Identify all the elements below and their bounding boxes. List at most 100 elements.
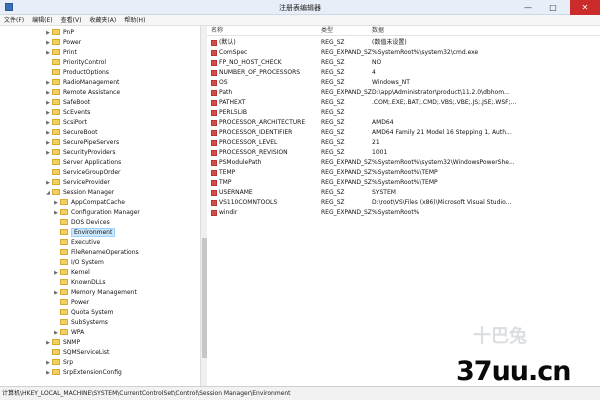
expander-arrow-icon[interactable]: ▶ [52,198,60,208]
folder-icon [52,88,60,95]
value-row[interactable]: (默认) REG_SZ (数值未设置) [207,38,600,48]
expander-arrow-icon[interactable]: ▶ [44,98,52,108]
tree-item[interactable]: ▶ Power [44,38,81,48]
value-row[interactable]: PROCESSOR_LEVEL REG_SZ 21 [207,138,600,148]
title-bar: 注册表编辑器 — □ ✕ [0,0,600,15]
value-row[interactable]: NUMBER_OF_PROCESSORS REG_SZ 4 [207,68,600,78]
tree-item[interactable]: ▶ SrpExtensionConfig [44,368,122,378]
tree-item[interactable]: PriorityControl [44,58,106,68]
tree-item[interactable]: ▶ Kernel [52,268,90,278]
tree-item[interactable]: ▶ SafeBoot [44,98,90,108]
expander-arrow-icon[interactable]: ▶ [44,358,52,368]
expander-arrow-icon[interactable]: ▶ [44,148,52,158]
expander-arrow-icon[interactable]: ▶ [52,208,60,218]
tree-item[interactable]: Environment [52,228,116,238]
tree-item[interactable]: I/O System [52,258,104,268]
tree-item[interactable]: Power [52,298,89,308]
expander-arrow-icon[interactable]: ◢ [44,188,52,198]
value-row[interactable]: PATHEXT REG_SZ .COM;.EXE;.BAT;.CMD;.VBS;.V… [207,98,600,108]
tree-item[interactable]: ▶ SecurePipeServers [44,138,119,148]
expander-arrow-icon[interactable]: ▶ [44,368,52,378]
tree-item[interactable]: ServiceGroupOrder [44,168,121,178]
value-row[interactable]: OS REG_SZ Windows_NT [207,78,600,88]
tree-item[interactable]: ▶ WPA [52,328,84,338]
expander-arrow-icon[interactable]: ▶ [44,78,52,88]
value-row[interactable]: USERNAME REG_SZ SYSTEM [207,188,600,198]
tree-item[interactable]: ▶ AppCompatCache [52,198,125,208]
value-row[interactable]: Path REG_EXPAND_SZ D:\app\Administrator\pr… [207,88,600,98]
tree-item[interactable]: ▶ SecureBoot [44,128,97,138]
menu-file[interactable]: 文件(F) [0,15,28,26]
value-data: 4 [372,69,376,76]
tree-item-label: SecureBoot [63,129,98,136]
value-row[interactable]: ComSpec REG_EXPAND_SZ %SystemRoot%\system3… [207,48,600,58]
values-header: 名称 类型 数据 [207,26,600,36]
tree-item[interactable]: ▶ SecurityProviders [44,148,115,158]
value-type: REG_EXPAND_SZ [321,159,372,166]
tree-item[interactable]: ▶ SNMP [44,338,80,348]
tree-item[interactable]: ▶ Remote Assistance [44,88,120,98]
value-row[interactable]: TEMP REG_EXPAND_SZ %SystemRoot%\TEMP [207,168,600,178]
value-type: REG_SZ [321,139,345,146]
string-value-icon [211,100,217,106]
tree-item[interactable]: ▶ RadioManagement [44,78,119,88]
tree-item[interactable]: ▶ Srp [44,358,73,368]
column-name-header[interactable]: 名称 [211,26,223,36]
menu-view[interactable]: 查看(V) [57,15,86,26]
menu-favorites[interactable]: 收藏夹(A) [85,15,120,26]
value-row[interactable]: TMP REG_EXPAND_SZ %SystemRoot%\TEMP [207,178,600,188]
tree-item[interactable]: KnownDLLs [52,278,106,288]
tree-item[interactable]: DOS Devices [52,218,110,228]
value-row[interactable]: PERL5LIB REG_SZ [207,108,600,118]
expander-arrow-icon[interactable]: ▶ [44,138,52,148]
expander-arrow-icon[interactable]: ▶ [52,288,60,298]
value-name: PROCESSOR_REVISION [219,149,288,156]
expander-arrow-icon[interactable]: ▶ [44,128,52,138]
expander-arrow-icon[interactable]: ▶ [44,178,52,188]
folder-icon [52,58,60,65]
menu-edit[interactable]: 编辑(E) [28,15,56,26]
expander-arrow-icon[interactable]: ▶ [44,88,52,98]
tree-item[interactable]: SQMServiceList [44,348,109,358]
tree-item-label: Server Applications [63,159,122,166]
close-button[interactable]: ✕ [570,0,600,15]
value-row[interactable]: PROCESSOR_REVISION REG_SZ 1001 [207,148,600,158]
value-row[interactable]: PSModulePath REG_EXPAND_SZ %SystemRoot%\sy… [207,158,600,168]
expander-arrow-icon[interactable]: ▶ [44,28,52,38]
value-row[interactable]: PROCESSOR_IDENTIFIER REG_SZ AMD64 Family 2… [207,128,600,138]
expander-arrow-icon[interactable]: ▶ [44,118,52,128]
menu-help[interactable]: 帮助(H) [120,15,149,26]
expander-arrow-icon[interactable]: ▶ [52,328,60,338]
tree-item[interactable]: SubSystems [52,318,108,328]
tree-item[interactable]: ▶ ScEvents [44,108,90,118]
tree-item[interactable]: ▶ ServiceProvider [44,178,110,188]
tree-item[interactable]: ◢ Session Manager [44,188,114,198]
tree-item[interactable]: ▶ PnP [44,28,74,38]
expander-arrow-icon[interactable]: ▶ [52,268,60,278]
column-data-header[interactable]: 数据 [372,26,384,36]
tree-item[interactable]: FileRenameOperations [52,248,139,258]
maximize-button[interactable]: □ [541,0,565,15]
tree-item[interactable]: ▶ Memory Management [52,288,137,298]
minimize-button[interactable]: — [516,0,540,15]
value-row[interactable]: VS110COMNTOOLS REG_SZ D:\root\VS\Files (x8… [207,198,600,208]
tree-item[interactable]: ▶ Print [44,48,77,58]
tree-scrollbar[interactable] [200,26,207,386]
folder-icon [52,338,60,345]
tree-item[interactable]: ▶ ScsiPort [44,118,87,128]
value-row[interactable]: windir REG_EXPAND_SZ %SystemRoot% [207,208,600,218]
value-name: PATHEXT [219,99,246,106]
expander-arrow-icon[interactable]: ▶ [44,108,52,118]
value-row[interactable]: PROCESSOR_ARCHITECTURE REG_SZ AMD64 [207,118,600,128]
tree-item[interactable]: ProductOptions [44,68,109,78]
expander-arrow-icon[interactable]: ▶ [44,338,52,348]
expander-arrow-icon[interactable]: ▶ [44,38,52,48]
expander-arrow-icon[interactable]: ▶ [44,48,52,58]
folder-icon [60,208,68,215]
tree-item[interactable]: Executive [52,238,100,248]
tree-item[interactable]: Quota System [52,308,114,318]
tree-item[interactable]: Server Applications [44,158,121,168]
value-row[interactable]: FP_NO_HOST_CHECK REG_SZ NO [207,58,600,68]
column-type-header[interactable]: 类型 [321,26,333,36]
tree-item[interactable]: ▶ Configuration Manager [52,208,140,218]
